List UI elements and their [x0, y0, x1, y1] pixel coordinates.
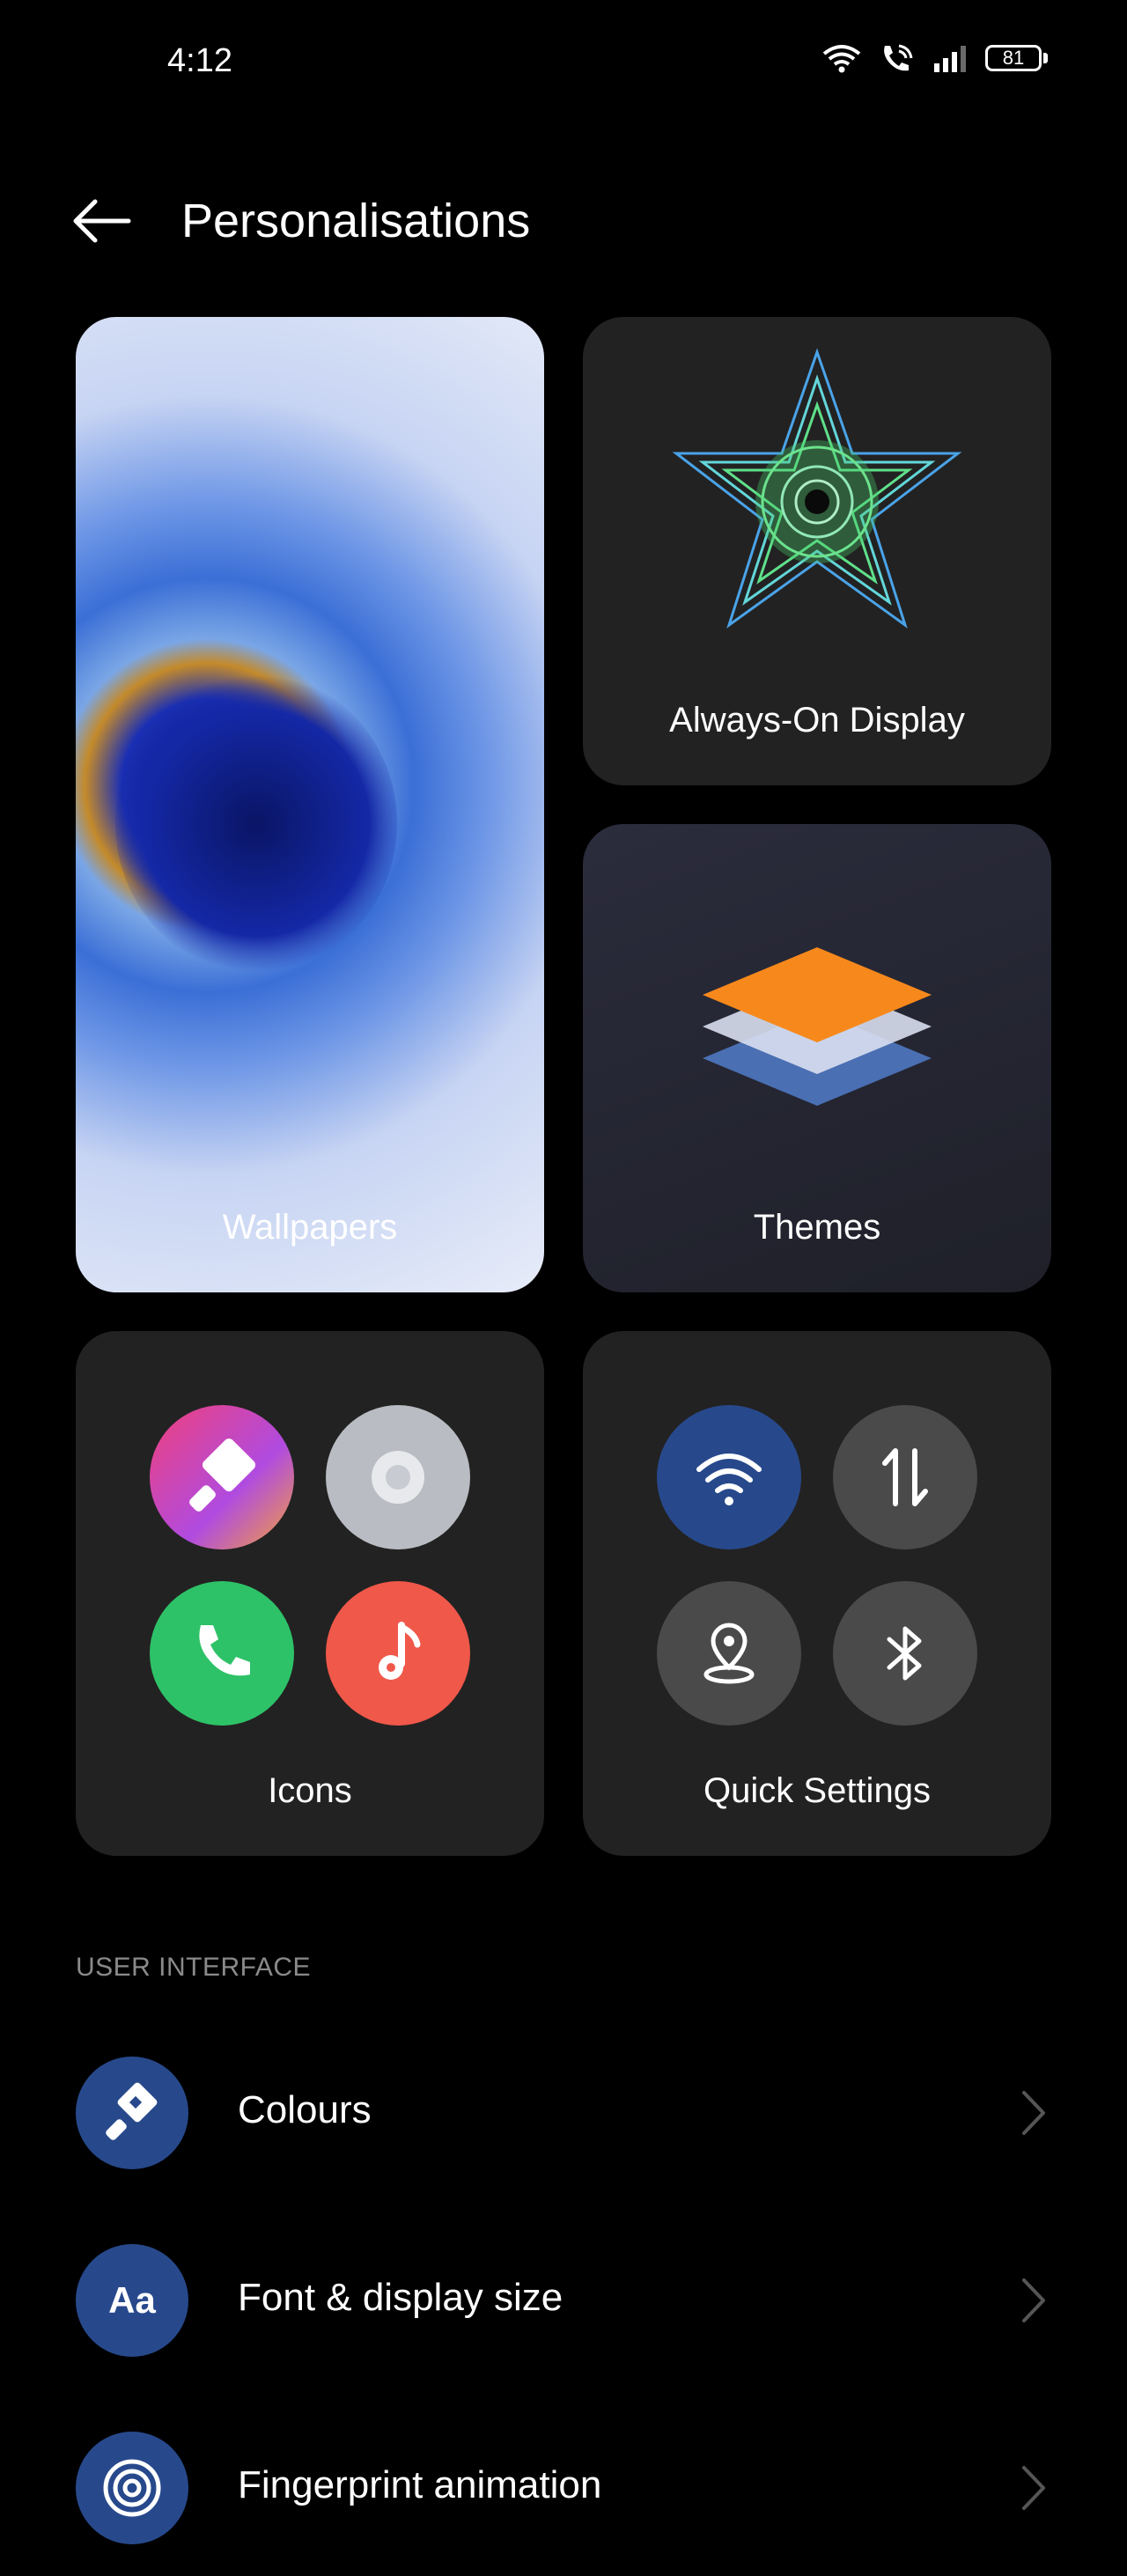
quick-settings-card[interactable]: Quick Settings: [583, 1331, 1051, 1856]
mobile-data-icon: [882, 1448, 928, 1506]
layers-icon: [703, 947, 932, 1106]
battery-tip: [1043, 53, 1048, 63]
icons-card[interactable]: Icons: [76, 1331, 544, 1856]
back-arrow-icon: [73, 199, 131, 243]
battery-level: 81: [985, 45, 1042, 71]
list-item-fingerprint-animation[interactable]: Fingerprint animation: [0, 2400, 1127, 2576]
status-bar: 4:12 81: [0, 0, 1127, 132]
list-item-colours[interactable]: Colours: [0, 2025, 1127, 2201]
qs-bluetooth-tile: [833, 1581, 977, 1726]
list-label-fingerprint-animation: Fingerprint animation: [238, 2463, 602, 2506]
brush-icon: [189, 1438, 256, 1512]
qs-wifi-tile: [657, 1405, 801, 1549]
wallpaper-preview-image: [115, 673, 397, 973]
brush-icon: [106, 2082, 158, 2140]
list-item-font-display-size[interactable]: Aa Font & display size: [0, 2212, 1127, 2388]
list-label-font-display-size: Font & display size: [238, 2276, 564, 2319]
aod-star-pattern-icon: [672, 348, 962, 629]
list-label-colours: Colours: [238, 2088, 372, 2131]
back-button[interactable]: [62, 190, 141, 252]
quick-settings-label: Quick Settings: [703, 1771, 931, 1810]
header: Personalisations: [0, 158, 1127, 282]
qs-location-tile: [657, 1581, 801, 1726]
chevron-right-icon: [1016, 2462, 1051, 2514]
fingerprint-icon: [103, 2459, 161, 2517]
font-icon-circle: Aa: [76, 2244, 188, 2357]
chevron-right-icon: [1016, 2087, 1051, 2139]
qs-data-tile: [833, 1405, 977, 1549]
page-title: Personalisations: [181, 195, 531, 247]
battery-icon: 81: [985, 45, 1048, 71]
phone-app-icon: [150, 1581, 294, 1726]
wifi-call-icon: [884, 44, 913, 71]
always-on-display-card[interactable]: Always-On Display: [583, 317, 1051, 785]
always-on-display-label: Always-On Display: [669, 701, 965, 740]
gear-icon: [372, 1451, 424, 1504]
themes-card[interactable]: Themes: [583, 824, 1051, 1292]
colours-icon-circle: [76, 2057, 188, 2169]
music-note-icon: [379, 1622, 421, 1680]
bluetooth-icon: [887, 1626, 922, 1681]
theme-store-app-icon: [150, 1405, 294, 1549]
fingerprint-icon-circle: [76, 2432, 188, 2544]
wifi-icon: [822, 45, 861, 73]
font-icon: Aa: [108, 2279, 156, 2321]
signal-icon: [934, 46, 966, 72]
section-header-user-interface: USER INTERFACE: [76, 1953, 312, 1982]
phone-icon: [199, 1625, 250, 1676]
icons-label: Icons: [268, 1771, 352, 1810]
settings-app-icon: [326, 1405, 470, 1549]
chevron-right-icon: [1016, 2274, 1051, 2327]
themes-label: Themes: [753, 1208, 881, 1247]
wifi-icon: [696, 1454, 762, 1505]
status-time: 4:12: [167, 42, 232, 79]
location-icon: [703, 1623, 755, 1684]
wallpapers-card[interactable]: Wallpapers: [76, 317, 544, 1292]
status-icons: 81: [821, 42, 1048, 74]
music-app-icon: [326, 1581, 470, 1726]
wallpapers-label: Wallpapers: [222, 1208, 398, 1247]
